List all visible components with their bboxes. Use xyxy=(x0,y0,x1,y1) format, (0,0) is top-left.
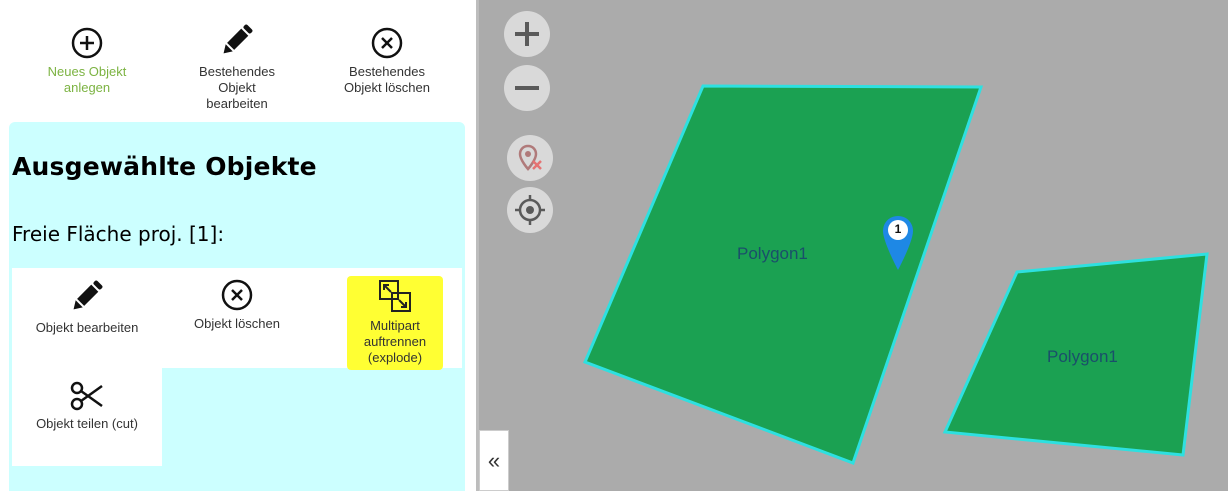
delete-existing-object-button[interactable]: Bestehendes Objekt löschen xyxy=(332,26,442,96)
marker-number: 1 xyxy=(894,222,902,236)
collapse-panel-button[interactable]: « xyxy=(479,430,509,491)
close-circle-icon xyxy=(221,279,253,311)
crosshair-icon xyxy=(515,195,545,225)
polygon-1-label: Polygon1 xyxy=(737,244,808,263)
polygon-2-label: Polygon1 xyxy=(1047,347,1118,366)
explode-icon xyxy=(379,280,411,312)
map-geometry xyxy=(583,84,1209,465)
edit-existing-object-button[interactable]: Bestehendes Objekt bearbeiten xyxy=(187,20,287,112)
zoom-in-button[interactable] xyxy=(504,11,550,57)
pencil-icon xyxy=(223,24,253,54)
delete-object-label: Objekt löschen xyxy=(194,316,280,331)
cut-object-button[interactable]: Objekt teilen (cut) xyxy=(12,380,162,432)
plus-icon xyxy=(515,22,539,46)
map-canvas[interactable]: Polygon1 Polygon1 1 « xyxy=(479,0,1228,491)
plus-circle-icon xyxy=(71,27,103,59)
pin-remove-icon xyxy=(518,144,542,171)
edit-object-label: Objekt bearbeiten xyxy=(35,320,139,335)
cut-object-label: Objekt teilen (cut) xyxy=(36,416,138,431)
selection-marker[interactable]: 1 xyxy=(881,214,915,272)
zoom-out-button[interactable] xyxy=(504,65,550,111)
new-object-button[interactable]: Neues Objekt anlegen xyxy=(37,26,137,96)
explode-multipart-button[interactable]: Multipart auftrennen (explode) xyxy=(347,276,443,370)
actions-row-2: Objekt teilen (cut) xyxy=(12,368,162,466)
close-circle-icon xyxy=(371,27,403,59)
delete-object-button[interactable]: Objekt löschen xyxy=(162,278,312,332)
remove-marker-button[interactable] xyxy=(507,135,553,181)
delete-existing-object-label: Bestehendes Objekt löschen xyxy=(344,64,430,95)
explode-multipart-label: Multipart auftrennen (explode) xyxy=(363,318,427,365)
locate-button[interactable] xyxy=(507,187,553,233)
edit-existing-object-label: Bestehendes Objekt bearbeiten xyxy=(199,64,275,111)
editor-sidebar: Neues Objekt anlegen Bestehendes Objekt … xyxy=(0,0,476,491)
pencil-icon xyxy=(73,280,103,310)
selection-label: Freie Fläche proj. [1]: xyxy=(12,222,225,246)
scissors-icon xyxy=(70,381,103,411)
polygon-1-shape[interactable] xyxy=(583,84,984,465)
new-object-label: Neues Objekt anlegen xyxy=(47,64,127,95)
panel-title: Ausgewählte Objekte xyxy=(12,152,317,181)
minus-icon xyxy=(515,86,539,90)
selected-objects-panel: Ausgewählte Objekte Freie Fläche proj. [… xyxy=(9,122,465,491)
actions-row-1: Objekt bearbeiten Objekt löschen Multipa… xyxy=(12,268,462,370)
collapse-glyph: « xyxy=(487,447,501,473)
edit-object-button[interactable]: Objekt bearbeiten xyxy=(12,276,162,336)
